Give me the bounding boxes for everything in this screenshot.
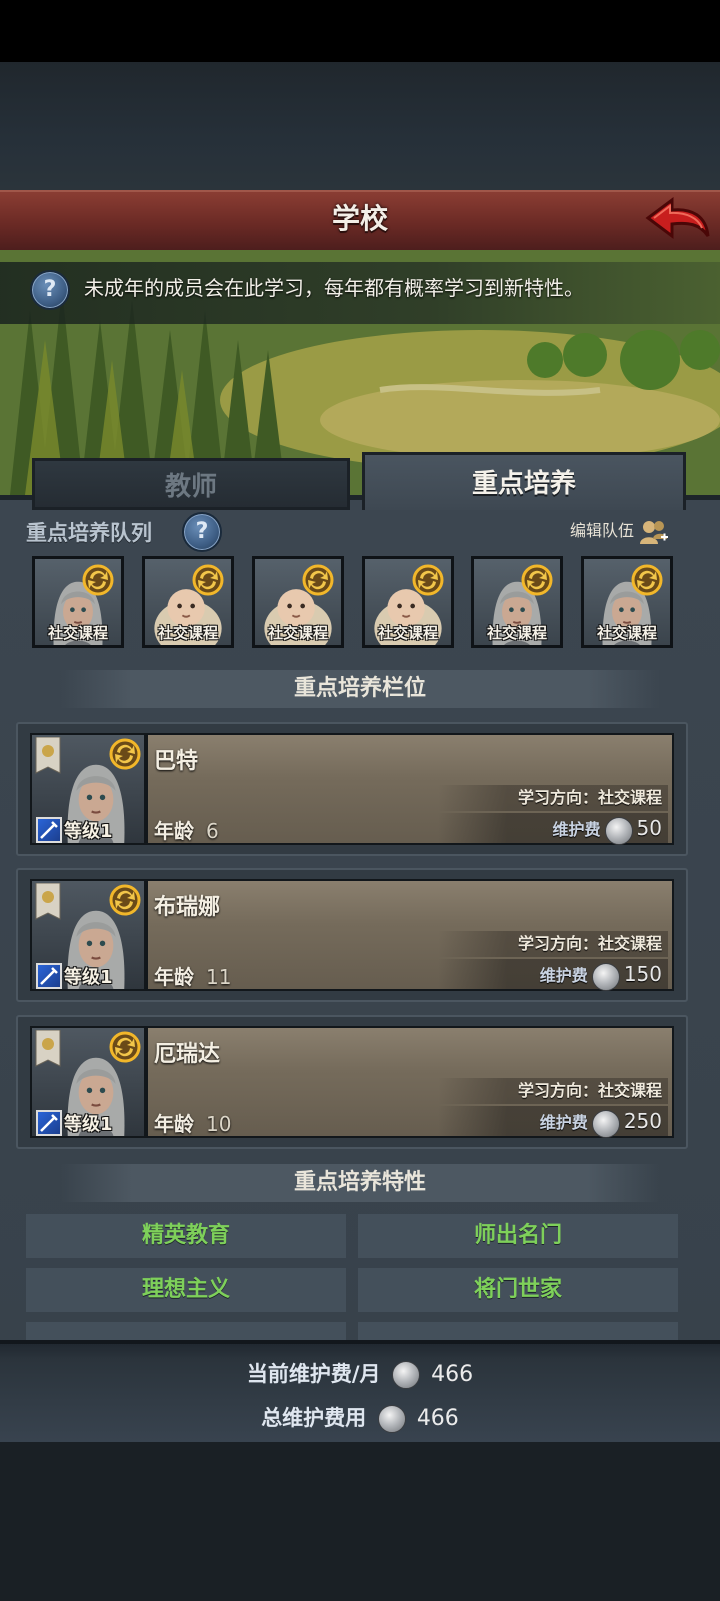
swap-icon bbox=[81, 563, 115, 597]
group-add-icon bbox=[640, 520, 669, 544]
back-button[interactable] bbox=[644, 196, 712, 242]
silver-coin-icon bbox=[604, 816, 633, 845]
trait-partial-row bbox=[26, 1322, 346, 1340]
queue-slot[interactable]: 社交课程 bbox=[142, 556, 234, 648]
swap-icon bbox=[520, 563, 554, 597]
student-upkeep: 维护费 250 bbox=[438, 1106, 668, 1138]
queue-slot[interactable]: 社交课程 bbox=[32, 556, 124, 648]
monthly-upkeep-label: 当前维护费/月 bbox=[246, 1362, 381, 1386]
queue-help-icon[interactable]: ? bbox=[182, 512, 222, 552]
trait-elite-education[interactable]: 精英教育 bbox=[26, 1214, 346, 1258]
bottom-background bbox=[0, 1442, 720, 1601]
rank-banner-icon bbox=[35, 1030, 61, 1067]
slot-course-label: 社交课程 bbox=[596, 624, 657, 642]
slots-section-header: 重点培养栏位 bbox=[60, 670, 660, 708]
swap-icon bbox=[191, 563, 225, 597]
queue-slot[interactable]: 社交课程 bbox=[362, 556, 454, 648]
slot-course-label: 社交课程 bbox=[47, 624, 108, 642]
trait-idealism[interactable]: 理想主义 bbox=[26, 1268, 346, 1312]
study-direction: 学习方向：社交课程 bbox=[438, 1078, 668, 1104]
student-level: 等级1 bbox=[64, 1114, 113, 1135]
traits-section-header: 重点培养特性 bbox=[60, 1164, 660, 1202]
upkeep-label: 维护费 bbox=[539, 1113, 588, 1132]
rank-banner-icon bbox=[35, 737, 61, 774]
student-card[interactable]: 等级1 布瑞娜学习方向：社交课程年龄 11 维护费 150 bbox=[16, 868, 688, 1002]
student-info: 厄瑞达学习方向：社交课程年龄 10 维护费 250 bbox=[146, 1026, 674, 1138]
student-info: 巴特学习方向：社交课程年龄 6 维护费 50 bbox=[146, 733, 674, 845]
upkeep-value: 250 bbox=[623, 1109, 662, 1133]
tab-focus-training[interactable]: 重点培养 bbox=[362, 452, 686, 510]
silver-coin-icon bbox=[377, 1405, 406, 1433]
back-arrow-icon bbox=[645, 197, 710, 239]
student-level: 等级1 bbox=[64, 967, 113, 988]
student-level: 等级1 bbox=[64, 821, 113, 842]
status-bar-area bbox=[0, 0, 720, 62]
sword-skill-icon bbox=[36, 1110, 62, 1136]
swap-icon bbox=[630, 563, 664, 597]
student-age: 年龄 11 bbox=[154, 961, 231, 990]
swap-icon[interactable] bbox=[108, 883, 142, 917]
swap-icon[interactable] bbox=[108, 1030, 142, 1064]
swap-icon bbox=[301, 563, 335, 597]
age-label: 年龄 bbox=[154, 965, 194, 989]
monthly-upkeep: 当前维护费/月 466 bbox=[0, 1354, 720, 1394]
rank-banner-icon bbox=[35, 883, 61, 920]
total-upkeep-label: 总维护费用 bbox=[261, 1406, 367, 1430]
age-value: 11 bbox=[206, 965, 232, 989]
tab-teacher[interactable]: 教师 bbox=[32, 458, 350, 510]
silver-coin-icon bbox=[591, 1109, 620, 1138]
student-card[interactable]: 等级1 巴特学习方向：社交课程年龄 6 维护费 50 bbox=[16, 722, 688, 856]
student-age: 年龄 6 bbox=[154, 815, 219, 844]
slot-course-label: 社交课程 bbox=[486, 624, 547, 642]
page-title: 学校 bbox=[331, 202, 388, 235]
upkeep-value: 50 bbox=[636, 816, 662, 840]
student-age: 年龄 10 bbox=[154, 1108, 231, 1137]
upkeep-label: 维护费 bbox=[539, 966, 588, 985]
age-label: 年龄 bbox=[154, 819, 194, 843]
age-value: 10 bbox=[206, 1112, 232, 1136]
student-upkeep: 维护费 50 bbox=[438, 813, 668, 845]
study-direction: 学习方向：社交课程 bbox=[438, 931, 668, 957]
upkeep-value: 150 bbox=[623, 962, 662, 986]
info-text: 未成年的成员会在此学习，每年都有概率学习到新特性。 bbox=[84, 276, 584, 300]
help-icon[interactable]: ? bbox=[30, 270, 70, 310]
queue-slot[interactable]: 社交课程 bbox=[581, 556, 673, 648]
silver-coin-icon bbox=[591, 962, 620, 991]
monthly-upkeep-value: 466 bbox=[431, 1362, 474, 1387]
silver-coin-icon bbox=[391, 1361, 420, 1389]
sword-skill-icon bbox=[36, 817, 62, 843]
study-direction: 学习方向：社交课程 bbox=[438, 785, 668, 811]
swap-icon[interactable] bbox=[108, 737, 142, 771]
slot-course-label: 社交课程 bbox=[377, 624, 438, 642]
student-info: 布瑞娜学习方向：社交课程年龄 11 维护费 150 bbox=[146, 879, 674, 991]
edit-team-label: 编辑队伍 bbox=[570, 521, 635, 540]
edit-team-button[interactable]: 编辑队伍 bbox=[570, 516, 669, 546]
trait-partial-row bbox=[358, 1322, 678, 1340]
student-portrait[interactable]: 等级1 bbox=[30, 733, 146, 845]
queue-slot[interactable]: 社交课程 bbox=[252, 556, 344, 648]
student-upkeep: 维护费 150 bbox=[438, 959, 668, 991]
background-texture bbox=[0, 62, 720, 190]
upkeep-label: 维护费 bbox=[552, 820, 601, 839]
slot-course-label: 社交课程 bbox=[157, 624, 218, 642]
student-name: 布瑞娜 bbox=[154, 895, 221, 920]
student-portrait[interactable]: 等级1 bbox=[30, 879, 146, 991]
student-portrait[interactable]: 等级1 bbox=[30, 1026, 146, 1138]
student-card[interactable]: 等级1 厄瑞达学习方向：社交课程年龄 10 维护费 250 bbox=[16, 1015, 688, 1149]
age-value: 6 bbox=[206, 819, 219, 843]
slot-course-label: 社交课程 bbox=[267, 624, 328, 642]
sword-skill-icon bbox=[36, 963, 62, 989]
age-label: 年龄 bbox=[154, 1112, 194, 1136]
total-upkeep: 总维护费用 466 bbox=[0, 1398, 720, 1438]
total-upkeep-value: 466 bbox=[416, 1406, 459, 1431]
trait-military-family[interactable]: 将门世家 bbox=[358, 1268, 678, 1312]
queue-label: 重点培养队列 bbox=[26, 521, 152, 545]
swap-icon bbox=[411, 563, 445, 597]
trait-famous-master[interactable]: 师出名门 bbox=[358, 1214, 678, 1258]
queue-slot[interactable]: 社交课程 bbox=[471, 556, 563, 648]
student-name: 厄瑞达 bbox=[154, 1042, 221, 1067]
student-name: 巴特 bbox=[154, 749, 199, 774]
